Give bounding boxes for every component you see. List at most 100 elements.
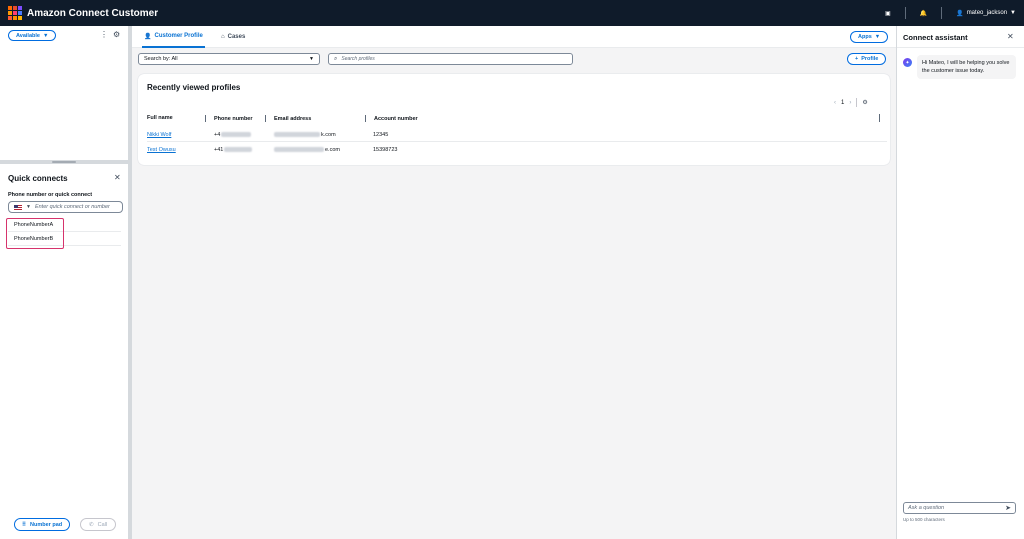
logo-square	[8, 11, 12, 15]
column-header-full-name[interactable]: Full name	[147, 115, 173, 121]
divider	[879, 114, 880, 122]
assistant-message: Hi Mateo, I will be helping you solve th…	[917, 55, 1016, 79]
main-workspace: 👤 Customer Profile ⌂ Cases Apps ▼ Search…	[132, 26, 896, 539]
logo-square	[13, 6, 17, 10]
phone-value: +4	[214, 132, 221, 138]
redacted-text	[274, 147, 324, 153]
tab-bar: 👤 Customer Profile ⌂ Cases Apps ▼	[132, 26, 896, 48]
divider	[856, 98, 858, 107]
divider	[897, 47, 1024, 48]
account-number-cell: 12345	[373, 132, 389, 138]
divider	[904, 7, 906, 19]
logo-square	[8, 6, 12, 10]
close-icon[interactable]: ✕	[114, 173, 121, 182]
user-icon: 👤	[956, 10, 964, 17]
user-icon: 👤	[144, 33, 152, 40]
table-row: Test Owusu +41 e.com 15398723	[147, 143, 887, 157]
plus-icon: +	[855, 56, 859, 62]
email-cell: k.com	[273, 132, 336, 138]
table-row: Nikki Wolf +4 k.com 12345	[147, 128, 887, 142]
search-placeholder: Search profiles	[341, 56, 375, 62]
profile-button-label: Profile	[861, 56, 879, 62]
quick-connect-field-label: Phone number or quick connect	[8, 192, 93, 198]
notification-bell-icon[interactable]: 🔔	[920, 10, 927, 17]
keypad-icon: ⠿	[22, 521, 27, 528]
search-by-value: Search by: All	[144, 56, 178, 62]
phone-cell: +41	[214, 147, 253, 153]
gear-icon[interactable]: ⚙	[113, 30, 120, 39]
profile-name-link[interactable]: Nikki Wolf	[147, 132, 171, 138]
close-icon[interactable]: ✕	[1007, 32, 1014, 41]
ask-question-input[interactable]: Ask a question ➤	[903, 502, 1016, 514]
amazon-connect-logo-icon	[8, 6, 22, 20]
apps-button[interactable]: Apps ▼	[850, 31, 889, 43]
quick-connect-input[interactable]: ▼ Enter quick connect or number	[8, 201, 123, 213]
more-options-icon[interactable]: ⋮	[100, 31, 108, 39]
agent-status-label: Available	[16, 32, 40, 39]
logo-square	[18, 16, 22, 20]
phone-value: +41	[214, 147, 224, 153]
search-input[interactable]: ⌕ Search profiles	[328, 53, 573, 65]
account-number-cell: 15398723	[373, 147, 398, 153]
search-icon: ⌕	[334, 55, 338, 62]
add-profile-button[interactable]: + Profile	[847, 53, 887, 65]
quick-connect-placeholder: Enter quick connect or number	[34, 204, 110, 210]
quick-connect-item[interactable]: PhoneNumberA	[8, 218, 121, 232]
chevron-down-icon: ▼	[1010, 10, 1016, 16]
chevron-down-icon: ▼	[874, 34, 881, 40]
character-limit-hint: Up to 500 characters	[903, 517, 945, 522]
assistant-avatar-icon: ✦	[903, 58, 912, 67]
quick-connects-panel: Quick connects ✕ Phone number or quick c…	[0, 164, 128, 539]
ask-placeholder: Ask a question	[908, 505, 945, 511]
send-icon[interactable]: ➤	[1005, 504, 1011, 512]
tab-cases[interactable]: ⌂ Cases	[221, 26, 245, 48]
column-header-account-number[interactable]: Account number	[365, 115, 418, 122]
page-number[interactable]: 1	[841, 100, 844, 106]
window-icon[interactable]: ▣	[885, 10, 891, 17]
call-button[interactable]: ✆ Call	[80, 518, 117, 531]
agent-status-dropdown[interactable]: Available ▼	[8, 30, 57, 41]
quick-connects-title: Quick connects	[8, 174, 68, 183]
number-pad-button[interactable]: ⠿ Number pad	[14, 518, 71, 531]
email-value: e.com	[325, 147, 340, 153]
table-header: Full name Phone number Email address Acc…	[147, 115, 887, 125]
quick-connect-item[interactable]: PhoneNumberB	[8, 232, 121, 246]
logo-square	[18, 6, 22, 10]
column-label: Email address	[274, 115, 312, 122]
profile-name-link[interactable]: Test Owusu	[147, 147, 176, 153]
us-flag-icon[interactable]	[14, 204, 22, 210]
logo-square	[13, 16, 17, 20]
pagination: ‹ 1 › ⚙	[834, 98, 868, 107]
chevron-left-icon[interactable]: ‹	[834, 100, 836, 106]
logo-square	[18, 11, 22, 15]
redacted-text	[274, 132, 320, 138]
call-label: Call	[97, 521, 108, 528]
user-menu[interactable]: 👤 mateo_jackson ▼	[956, 10, 1016, 17]
logo-square	[13, 11, 17, 15]
column-header-phone-number[interactable]: Phone number	[205, 115, 253, 122]
grip-icon	[52, 161, 76, 163]
search-by-select[interactable]: Search by: All ▼	[138, 53, 320, 65]
quick-connect-list: PhoneNumberA PhoneNumberB	[8, 218, 121, 246]
column-label: Account number	[374, 115, 418, 122]
caret-down-icon: ▼	[309, 56, 314, 62]
chevron-down-icon[interactable]: ▼	[26, 204, 31, 210]
tab-label: Cases	[227, 34, 246, 40]
contact-control-panel: Available ▼ ⋮ ⚙	[0, 26, 128, 160]
email-value: k.com	[321, 132, 336, 138]
phone-icon: ✆	[89, 521, 94, 528]
redacted-text	[224, 147, 253, 153]
email-cell: e.com	[273, 147, 340, 153]
case-icon: ⌂	[221, 34, 225, 40]
column-header-email-address[interactable]: Email address	[265, 115, 311, 122]
recently-viewed-card: Recently viewed profiles ‹ 1 › ⚙ Full na…	[138, 74, 890, 165]
connect-assistant-panel: Connect assistant ✕ ✦ Hi Mateo, I will b…	[897, 26, 1024, 539]
chevron-down-icon: ▼	[42, 32, 49, 39]
top-bar: Amazon Connect Customer ▣ 🔔 👤 mateo_jack…	[0, 0, 1024, 26]
username: mateo_jackson	[966, 10, 1008, 16]
tab-customer-profile[interactable]: 👤 Customer Profile	[142, 26, 205, 48]
gear-icon[interactable]: ⚙	[862, 99, 867, 106]
chevron-right-icon[interactable]: ›	[849, 100, 851, 106]
quick-connect-item-label: PhoneNumberB	[14, 235, 54, 242]
quick-connect-item-label: PhoneNumberA	[14, 221, 54, 228]
